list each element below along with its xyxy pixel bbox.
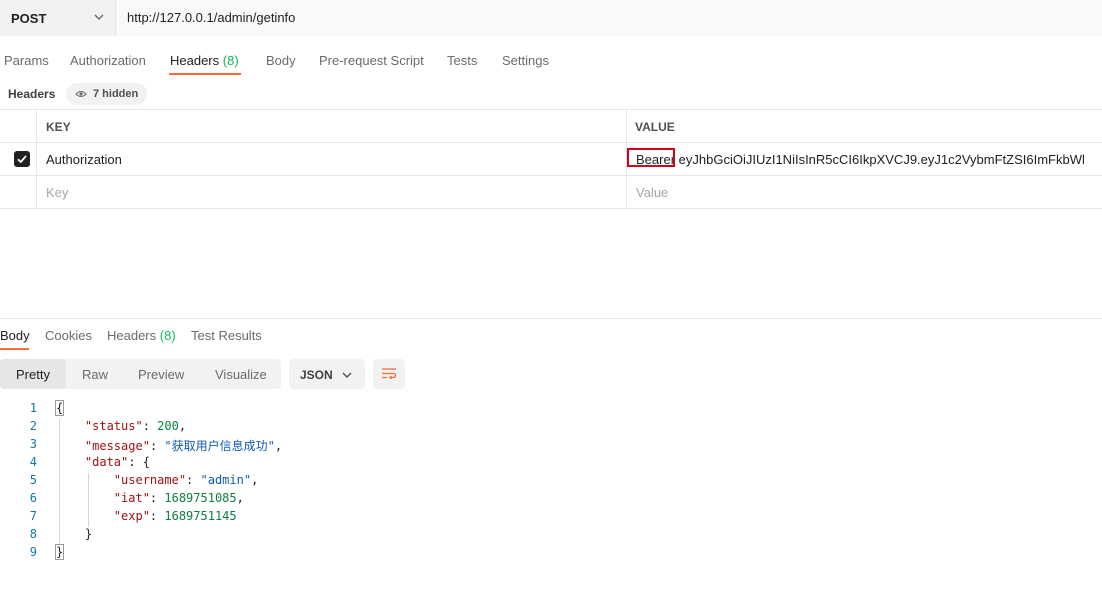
response-tab-headers[interactable]: Headers (8) — [107, 328, 176, 343]
response-active-tab-indicator — [0, 348, 29, 350]
response-divider — [0, 318, 1102, 319]
headers-title: Headers — [8, 87, 56, 101]
response-tab-cookies[interactable]: Cookies — [45, 328, 92, 343]
code-text: "exp": 1689751145 — [113, 509, 237, 523]
wrap-lines-icon — [382, 368, 397, 380]
line-number: 6 — [29, 491, 37, 505]
header-value-input[interactable]: Bearer eyJhbGciOiJIUzI1NiIsInR5cCI6IkpXV… — [636, 152, 1085, 167]
line-number: 5 — [29, 473, 37, 487]
code-text: { — [54, 400, 65, 416]
tab-tests[interactable]: Tests — [447, 53, 477, 68]
tab-headers[interactable]: Headers (8) — [170, 53, 239, 68]
view-raw-button[interactable]: Raw — [82, 359, 108, 389]
code-line: 1{ — [0, 400, 1102, 419]
token-value: eyJhbGciOiJIUzI1NiIsInR5cCI6IkpXVCJ9.eyJ… — [675, 152, 1085, 167]
line-number: 4 — [29, 455, 37, 469]
code-line: 8 } — [0, 527, 1102, 545]
response-tab-body[interactable]: Body — [0, 328, 30, 343]
header-enabled-checkbox[interactable] — [14, 151, 30, 167]
chevron-down-icon — [342, 372, 352, 378]
header-key-input[interactable]: Authorization — [46, 152, 122, 167]
chevron-down-icon — [94, 14, 104, 20]
code-text: "status": 200, — [84, 419, 187, 433]
eye-icon — [75, 91, 87, 97]
highlight-box — [627, 148, 675, 167]
method-select[interactable]: POST — [0, 0, 116, 36]
language-label: JSON — [300, 368, 333, 382]
url-input[interactable]: http://127.0.0.1/admin/getinfo — [116, 0, 1102, 36]
tab-params[interactable]: Params — [4, 53, 49, 68]
code-text: "data": { — [84, 455, 150, 469]
language-select[interactable]: JSON — [289, 359, 365, 389]
request-tabs: Params Authorization Headers (8) Body Pr… — [0, 50, 1102, 78]
view-mode-group: Pretty Raw Preview Visualize — [0, 359, 281, 389]
tab-pre-request-script[interactable]: Pre-request Script — [319, 53, 424, 68]
line-number: 1 — [29, 401, 37, 415]
line-number: 3 — [29, 437, 37, 451]
hidden-headers-toggle[interactable]: 7 hidden — [66, 83, 148, 105]
line-number: 7 — [29, 509, 37, 523]
url-text: http://127.0.0.1/admin/getinfo — [127, 10, 296, 25]
checkmark-icon — [17, 155, 27, 164]
code-text: "iat": 1689751085, — [113, 491, 244, 505]
table-header-row: KEY VALUE — [0, 109, 1102, 143]
table-row: Key Value — [0, 176, 1102, 209]
code-text: "message": "获取用户信息成功", — [84, 439, 283, 453]
wrap-lines-button[interactable] — [373, 359, 405, 389]
code-line: 6 "iat": 1689751085, — [0, 491, 1102, 509]
line-number: 8 — [29, 527, 37, 541]
line-number: 2 — [29, 419, 37, 433]
code-line: 7 "exp": 1689751145 — [0, 509, 1102, 527]
active-tab-indicator — [169, 73, 241, 75]
code-text: "username": "admin", — [113, 473, 259, 487]
code-text: } — [54, 544, 65, 560]
column-key: KEY — [46, 120, 71, 134]
view-visualize-button[interactable]: Visualize — [215, 359, 267, 389]
tab-settings[interactable]: Settings — [502, 53, 549, 68]
code-line: 5 "username": "admin", — [0, 473, 1102, 491]
hidden-count: 7 hidden — [93, 88, 139, 100]
table-row: Authorization Bearer eyJhbGciOiJIUzI1NiI… — [0, 143, 1102, 176]
view-preview-button[interactable]: Preview — [138, 359, 184, 389]
line-number: 9 — [29, 545, 37, 559]
url-bar: POST http://127.0.0.1/admin/getinfo — [0, 0, 1102, 36]
view-pretty-button[interactable]: Pretty — [0, 359, 66, 389]
code-line: 3 "message": "获取用户信息成功", — [0, 437, 1102, 455]
code-line: 2 "status": 200, — [0, 419, 1102, 437]
new-value-input[interactable]: Value — [636, 185, 668, 200]
code-line: 9} — [0, 544, 1102, 563]
code-line: 4 "data": { — [0, 455, 1102, 473]
new-key-input[interactable]: Key — [46, 185, 68, 200]
column-value: VALUE — [635, 120, 675, 134]
tab-authorization[interactable]: Authorization — [70, 53, 146, 68]
tab-body[interactable]: Body — [266, 53, 296, 68]
response-tab-test-results[interactable]: Test Results — [191, 328, 262, 343]
code-text: } — [84, 527, 93, 541]
method-label: POST — [11, 11, 47, 26]
